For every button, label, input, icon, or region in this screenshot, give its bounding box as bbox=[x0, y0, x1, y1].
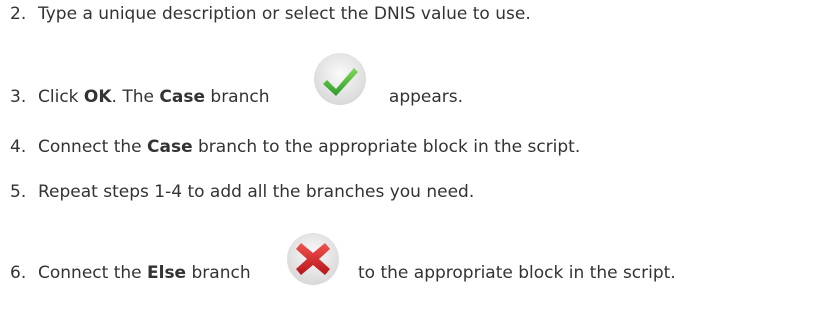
step-text: Connect the Case branch to the appropria… bbox=[38, 137, 580, 157]
step-text-suffix: branch to the appropriate block in the s… bbox=[192, 137, 581, 157]
step-text-prefix: Click bbox=[38, 87, 84, 107]
ok-label: OK bbox=[83, 87, 112, 107]
else-label: Else bbox=[147, 263, 187, 283]
case-label: Case bbox=[147, 137, 193, 157]
green-checkmark-icon bbox=[312, 51, 368, 107]
step-text-suffix: to the appropriate block in the script. bbox=[352, 263, 676, 283]
step-text: Connect the Else branch to the appropria… bbox=[38, 233, 676, 301]
case-label: Case bbox=[159, 87, 205, 107]
step-text-after: branch bbox=[205, 87, 270, 107]
instruction-steps-list: 2. Type a unique description or select t… bbox=[0, 0, 830, 310]
step-text: Repeat steps 1-4 to add all the branches… bbox=[38, 182, 475, 202]
step-text-prefix: Connect the bbox=[38, 137, 147, 157]
red-x-icon bbox=[285, 231, 341, 287]
step-text-middle: . The bbox=[111, 87, 160, 107]
step-text-after: branch bbox=[186, 263, 251, 283]
step-text: Click OK. The Case branch appears. bbox=[38, 53, 464, 125]
step-text: Type a unique description or select the … bbox=[38, 4, 531, 24]
step-text-prefix: Connect the bbox=[38, 263, 147, 283]
step-text-suffix: appears. bbox=[383, 87, 464, 107]
